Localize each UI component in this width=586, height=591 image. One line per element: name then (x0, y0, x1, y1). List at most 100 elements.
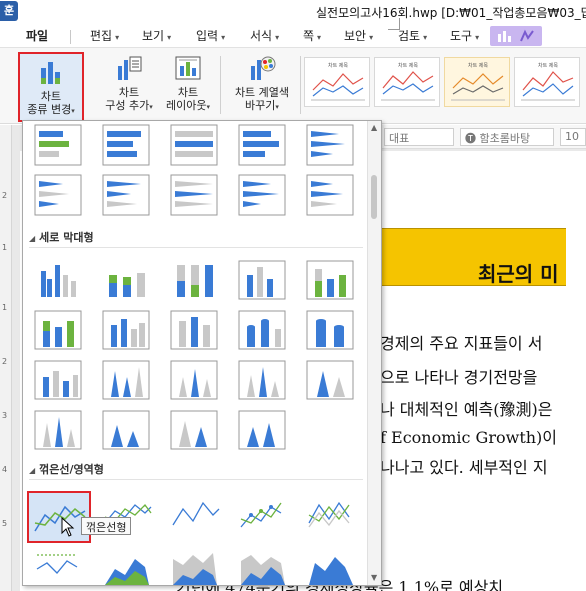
document-line: 나나고 있다. 세부적인 지 (380, 458, 548, 477)
document-line: 으로 나타나 경기전망을 (380, 368, 538, 387)
menu-bar: 파일 편집 ▾ 보기 ▾ 입력 ▾ 서식 ▾ 쪽 ▾ 보안 ▾ 검토 ▾ 도구 ▾ (0, 24, 586, 48)
format-toolbar: 대표 🅣 함초롬바탕 10 (380, 125, 586, 149)
document-heading: 최근의 미 (478, 262, 559, 286)
ruler-number: 5 (2, 519, 8, 528)
ruler-number: 3 (2, 411, 8, 420)
scrollbar-thumb[interactable] (371, 175, 377, 219)
mouse-cursor-icon (61, 517, 75, 537)
ribbon-separator (300, 56, 301, 114)
chart-style-thumb[interactable]: 차트 제목 (514, 57, 580, 107)
chart-type-option[interactable] (169, 407, 221, 451)
gallery-scrollbar[interactable]: ▲ ▼ (367, 121, 381, 585)
chart-style-thumb[interactable]: 차트 제목 (374, 57, 440, 107)
chart-type-option[interactable] (33, 307, 85, 351)
document-title: 실전모의고사16회.hwp [D:₩01_작업총모음₩03_답변₩ (316, 6, 586, 20)
chart-type-option[interactable] (237, 257, 289, 301)
ruler-number: 4 (2, 465, 8, 474)
ruler-number: 1 (2, 303, 8, 312)
svg-text:차트 제목: 차트 제목 (398, 62, 418, 69)
chart-type-option[interactable] (33, 123, 85, 167)
chart-color-label-1: 차트 계열색 (234, 86, 290, 99)
chart-layout-icon (174, 54, 202, 82)
document-line: 나 대체적인 예측(豫測)은 (380, 400, 553, 419)
chart-type-option[interactable] (33, 173, 85, 217)
ruler-number: 2 (2, 191, 8, 200)
chart-type-option[interactable] (169, 357, 221, 401)
scroll-down-icon[interactable]: ▼ (371, 573, 377, 582)
section-divider (29, 479, 363, 480)
chart-compose-add-button[interactable]: 차트 구성 추가▾ (98, 52, 160, 114)
chart-type-option[interactable] (101, 173, 153, 217)
app-icon[interactable]: 훈 (0, 1, 18, 21)
chart-type-option[interactable] (33, 407, 85, 451)
document-line: 경제의 주요 지표들이 서 (380, 334, 543, 353)
chart-type-option[interactable] (169, 173, 221, 217)
menu-review[interactable]: 검토 ▾ (398, 27, 427, 44)
chart-type-option[interactable] (101, 407, 153, 451)
chart-type-change-button[interactable]: 차트 종류 변경▾ (18, 52, 84, 122)
chart-type-option[interactable] (237, 407, 289, 451)
chart-type-option[interactable] (305, 357, 357, 401)
chart-type-option[interactable] (33, 545, 85, 585)
menu-security[interactable]: 보안 ▾ (344, 27, 373, 44)
menu-insert[interactable]: 입력 ▾ (196, 27, 225, 44)
font-icon: 🅣 (465, 132, 480, 145)
section-line-area[interactable]: ◢ 꺾은선/영역형 (29, 461, 104, 477)
chart-style-thumb[interactable]: 차트 제목 (304, 57, 370, 107)
menu-page[interactable]: 쪽 ▾ (303, 27, 321, 44)
chart-series-color-button[interactable]: 차트 계열색 바꾸기▾ (228, 52, 296, 114)
title-bar: 훈 실전모의고사16회.hwp [D:₩01_작업총모음₩03_답변₩ (0, 0, 586, 24)
chart-type-option[interactable] (101, 357, 153, 401)
chart-type-option[interactable] (101, 545, 153, 585)
style-combo[interactable]: 대표 (384, 128, 454, 146)
chart-type-option[interactable] (237, 357, 289, 401)
chart-type-option[interactable] (169, 545, 221, 585)
chart-type-option[interactable] (33, 357, 85, 401)
vertical-ruler: 2 1 1 2 3 4 5 (0, 125, 12, 591)
chart-type-option[interactable] (305, 307, 357, 351)
chart-type-option[interactable] (33, 257, 85, 301)
menu-tools[interactable]: 도구 ▾ (450, 27, 479, 44)
chart-type-option[interactable] (305, 173, 357, 217)
menu-view[interactable]: 보기 ▾ (142, 27, 171, 44)
chart-type-option[interactable] (237, 307, 289, 351)
chart-context-tab[interactable] (490, 26, 542, 46)
chart-type-gallery[interactable]: ◢ 세로 막대형 ◢ 꺾은선/영역형 꺾은선형 ▲ ▼ (22, 120, 382, 586)
chart-type-icon (37, 58, 65, 86)
chart-type-option[interactable] (305, 123, 357, 167)
ruler-number: 1 (2, 243, 8, 252)
chart-type-option[interactable] (101, 307, 153, 351)
chart-type-option[interactable] (169, 493, 221, 537)
chart-type-option[interactable] (305, 257, 357, 301)
menu-format[interactable]: 서식 ▾ (250, 27, 279, 44)
chart-layout-label-1: 차트 (177, 86, 199, 99)
chart-type-option[interactable] (237, 173, 289, 217)
chart-layout-label-2: 레이아웃▾ (166, 99, 210, 112)
chart-type-option[interactable] (305, 545, 357, 585)
font-combo[interactable]: 🅣 함초롬바탕 (460, 128, 554, 146)
color-palette-icon (248, 54, 276, 82)
menu-file[interactable]: 파일 (26, 27, 48, 44)
ribbon-separator (220, 56, 221, 114)
chart-type-option[interactable] (169, 123, 221, 167)
chart-type-option[interactable] (237, 493, 289, 537)
menu-edit[interactable]: 편집 ▾ (90, 27, 119, 44)
chart-type-option[interactable] (169, 257, 221, 301)
chart-format-icon[interactable] (518, 29, 536, 43)
chart-type-option[interactable] (101, 123, 153, 167)
menu-separator (70, 30, 71, 44)
svg-text:차트 제목: 차트 제목 (468, 62, 488, 69)
chart-type-option[interactable] (237, 545, 289, 585)
chart-layout-button[interactable]: 차트 레이아웃▾ (160, 52, 216, 114)
chart-style-thumb-selected[interactable]: 차트 제목 (444, 57, 510, 107)
chart-design-icon[interactable] (496, 29, 514, 43)
chart-type-option[interactable] (305, 493, 357, 537)
chart-type-option[interactable] (237, 123, 289, 167)
chart-ribbon: 차트 종류 변경▾ 차트 구성 추가▾ 차트 레이아웃▾ 차트 계열색 바꾸기▾… (0, 48, 586, 124)
section-vertical-bar[interactable]: ◢ 세로 막대형 (29, 229, 94, 245)
chart-type-option[interactable] (169, 307, 221, 351)
font-size-combo[interactable]: 10 (560, 128, 586, 146)
scroll-up-icon[interactable]: ▲ (371, 123, 377, 132)
chart-type-option[interactable] (101, 257, 153, 301)
chart-color-label-2: 바꾸기▾ (245, 99, 279, 112)
